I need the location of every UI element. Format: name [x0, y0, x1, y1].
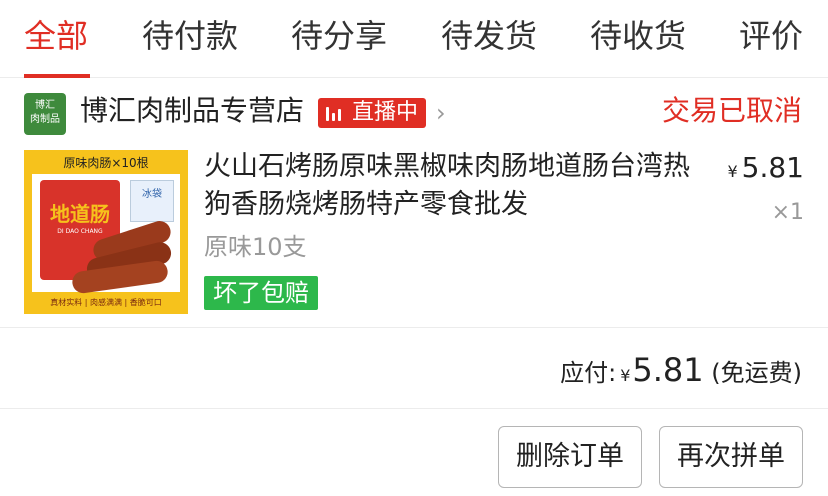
tab-pending-shipment[interactable]: 待发货 — [441, 14, 537, 58]
product-title[interactable]: 火山石烤肠原味黑椒味肉肠地道肠台湾热狗香肠烧烤肠特产零食批发 — [204, 148, 704, 224]
store-logo: 博汇 肉制品 — [24, 93, 66, 135]
unit-price: ¥5.81 — [727, 150, 804, 190]
thumb-ice-bag-label: 冰袋 — [142, 189, 162, 200]
shipping-note: (免运费) — [711, 359, 802, 387]
order-status: 交易已取消 — [661, 94, 802, 127]
thumb-footer: 真材实料 | 肉感满满 | 香脆可口 — [50, 298, 162, 307]
payment-label: 应付: — [560, 359, 617, 387]
product-variant: 原味10支 — [204, 233, 307, 261]
tab-all[interactable]: 全部 — [24, 14, 88, 58]
divider — [0, 408, 828, 409]
active-tab-indicator — [24, 74, 90, 78]
unit-price-value: 5.81 — [741, 151, 804, 184]
guarantee-badge: 坏了包赔 — [204, 276, 318, 310]
tab-pending-payment[interactable]: 待付款 — [142, 14, 238, 58]
store-header[interactable]: 博汇 肉制品 博汇肉制品专营店 直播中 › 交易已取消 — [0, 79, 828, 145]
currency-symbol: ¥ — [620, 366, 631, 385]
store-name[interactable]: 博汇肉制品专营店 — [80, 91, 304, 131]
thumb-ice-bag: 冰袋 — [130, 180, 174, 222]
currency-symbol: ¥ — [727, 162, 738, 181]
rebuy-button[interactable]: 再次拼单 — [659, 426, 803, 488]
tab-review[interactable]: 评价 — [739, 14, 803, 58]
store-logo-line1: 博汇 — [35, 100, 55, 111]
chevron-right-icon[interactable]: › — [436, 99, 446, 127]
live-badge[interactable]: 直播中 — [318, 98, 426, 128]
quantity: ×1 — [771, 200, 804, 225]
thumb-package-subtitle: DI DAO CHANG — [57, 228, 103, 235]
store-logo-line2: 肉制品 — [30, 114, 60, 125]
payment-summary: 应付: ¥5.81 (免运费) — [560, 348, 802, 392]
divider — [0, 327, 828, 328]
thumb-image-area: 地道肠 DI DAO CHANG 冰袋 — [32, 174, 180, 295]
order-tabs: 全部 待付款 待分享 待发货 待收货 评价 — [0, 0, 828, 78]
product-thumbnail[interactable]: 原味肉肠×10根 地道肠 DI DAO CHANG 冰袋 真材实料 | 肉感满满… — [24, 150, 188, 314]
payment-amount: 5.81 — [632, 351, 704, 389]
delete-order-button[interactable]: 删除订单 — [498, 426, 642, 488]
thumb-banner: 原味肉肠×10根 — [63, 156, 149, 170]
thumb-package-title: 地道肠 — [50, 202, 110, 226]
tab-pending-receipt[interactable]: 待收货 — [590, 14, 686, 58]
tab-pending-share[interactable]: 待分享 — [291, 14, 387, 58]
live-badge-label: 直播中 — [352, 100, 419, 125]
live-bars-icon — [326, 105, 346, 121]
